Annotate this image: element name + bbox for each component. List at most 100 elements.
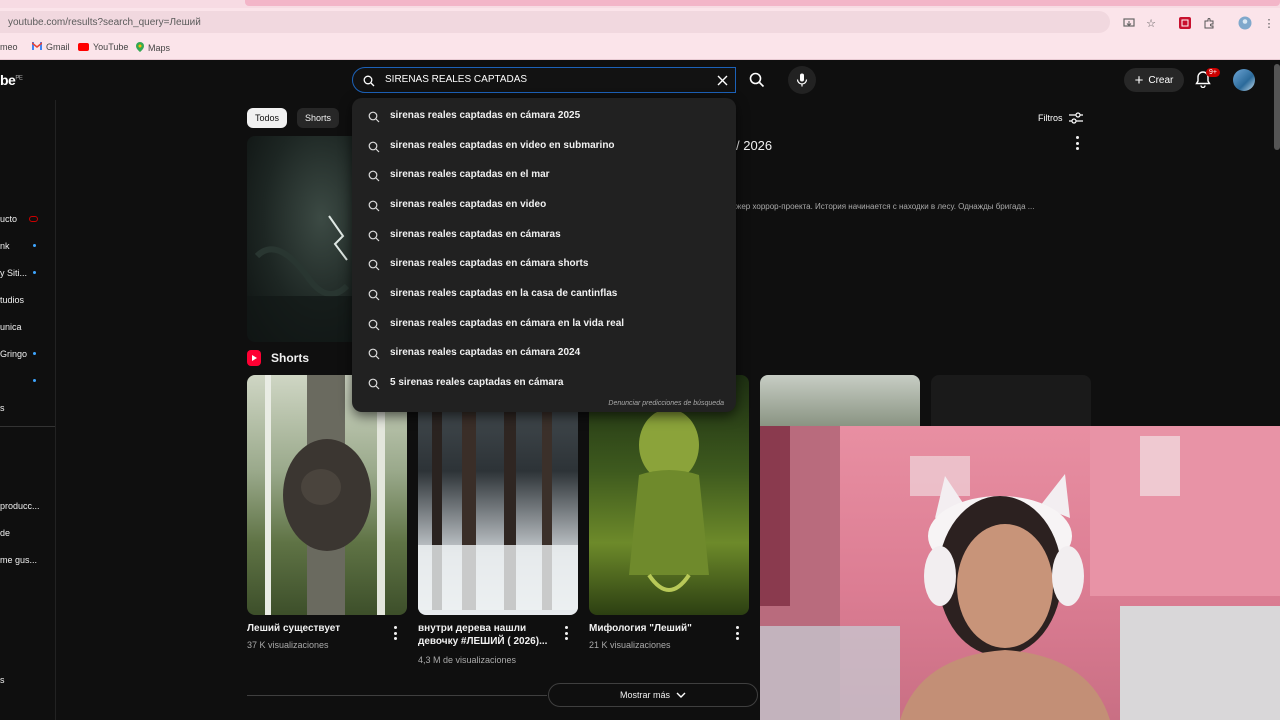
suggestion-item[interactable]: sirenas reales captadas en cámara 2024	[352, 339, 736, 367]
short-more-options-icon[interactable]	[390, 626, 400, 640]
suggestion-item[interactable]: sirenas reales captadas en video	[352, 191, 736, 219]
report-predictions-link[interactable]: Denunciar predicciones de búsqueda	[608, 400, 724, 407]
new-content-dot	[33, 352, 36, 355]
suggestion-text: sirenas reales captadas en cámara en la …	[390, 318, 625, 329]
sidebar-item[interactable]: nk	[0, 241, 10, 251]
bookmark-youtube[interactable]: YouTube	[78, 42, 128, 52]
youtube-header: bePE SIRENAS REALES CAPTADAS + Crear 9+	[0, 60, 1280, 100]
bookmark-gmail[interactable]: Gmail	[32, 42, 70, 52]
sidebar-item[interactable]: unica	[0, 322, 22, 332]
search-icon	[368, 288, 380, 301]
extension-icon[interactable]	[1178, 16, 1192, 30]
bookmark-star-icon[interactable]: ☆	[1144, 16, 1158, 30]
video-description: жер хоррор-проекта. История начинается с…	[736, 202, 1035, 211]
search-icon	[368, 110, 380, 123]
live-icon	[29, 216, 38, 222]
page-scrollbar[interactable]	[1274, 64, 1280, 150]
search-input[interactable]: SIRENAS REALES CAPTADAS	[352, 67, 736, 93]
search-query-text: SIRENAS REALES CAPTADAS	[385, 74, 528, 85]
suggestion-text: sirenas reales captadas en cámara 2024	[390, 347, 581, 358]
chevron-down-icon	[676, 692, 686, 698]
voice-search-button[interactable]	[788, 66, 816, 94]
suggestion-item[interactable]: sirenas reales captadas en video en subm…	[352, 132, 736, 160]
clear-search-button[interactable]	[713, 71, 731, 89]
browser-menu-icon[interactable]: ⋮	[1262, 16, 1276, 30]
short-title[interactable]: Леший существует	[247, 622, 387, 635]
logo-region: PE	[15, 75, 23, 82]
new-content-dot	[33, 244, 36, 247]
shorts-logo-icon	[247, 350, 261, 366]
suggestion-item[interactable]: sirenas reales captadas en cámara 2025	[352, 102, 736, 130]
browser-tab-strip	[0, 0, 1280, 8]
suggestion-item[interactable]: sirenas reales captadas en cámara en la …	[352, 310, 736, 338]
sidebar-item[interactable]: me gus...	[0, 555, 37, 565]
sidebar-item[interactable]: ucto	[0, 214, 17, 224]
webcam-feed	[760, 426, 1280, 720]
notification-count-badge: 9+	[1206, 68, 1220, 77]
short-views: 21 K visualizaciones	[589, 640, 671, 650]
thumbnail-art	[247, 215, 353, 342]
active-tab[interactable]	[245, 0, 1280, 6]
bookmark-item[interactable]: meo	[0, 42, 18, 52]
bookmark-label: Gmail	[46, 42, 70, 52]
new-content-dot	[33, 379, 36, 382]
address-bar-url: youtube.com/results?search_query=Леший	[8, 17, 201, 28]
sidebar-item[interactable]: Gringo	[0, 349, 27, 359]
suggestion-text: sirenas reales captadas en el mar	[390, 169, 550, 180]
address-bar[interactable]: youtube.com/results?search_query=Леший	[0, 11, 1110, 33]
short-more-options-icon[interactable]	[732, 626, 742, 640]
chip-all[interactable]: Todos	[247, 108, 288, 128]
sidebar-item[interactable]: producc...	[0, 501, 40, 511]
suggestion-item[interactable]: sirenas reales captadas en la casa de ca…	[352, 280, 736, 308]
install-app-icon[interactable]	[1122, 16, 1136, 30]
youtube-logo[interactable]: bePE	[0, 72, 23, 88]
plus-icon: +	[1134, 71, 1144, 89]
suggestion-text: sirenas reales captadas en cámara shorts	[390, 258, 589, 269]
suggestion-text: sirenas reales captadas en cámara 2025	[390, 110, 581, 121]
create-button[interactable]: + Crear	[1124, 68, 1184, 92]
search-suggestions-dropdown: sirenas reales captadas en cámara 2025 s…	[352, 98, 736, 412]
sidebar: ucto nk y Siti... tudios unica Gringo s …	[0, 100, 56, 720]
sidebar-item[interactable]: y Siti...	[0, 268, 27, 278]
account-avatar[interactable]	[1233, 69, 1255, 91]
sidebar-item[interactable]: tudios	[0, 295, 24, 305]
short-title[interactable]: Мифология "Леший"	[589, 622, 729, 635]
create-label: Crear	[1148, 74, 1174, 86]
suggestion-text: sirenas reales captadas en video en subm…	[390, 140, 615, 151]
sidebar-item[interactable]: de	[0, 528, 10, 538]
bookmark-label: Maps	[148, 43, 171, 53]
show-more-button[interactable]: Mostrar más	[548, 683, 758, 707]
search-button[interactable]	[740, 67, 774, 93]
browser-toolbar: youtube.com/results?search_query=Леший ☆…	[0, 8, 1280, 36]
shorts-heading: Shorts	[271, 351, 310, 365]
bookmark-label: meo	[0, 42, 18, 52]
short-more-options-icon[interactable]	[561, 626, 571, 640]
search-icon	[363, 74, 375, 87]
suggestion-item[interactable]: sirenas reales captadas en el mar	[352, 161, 736, 189]
section-divider	[247, 695, 547, 696]
suggestion-text: sirenas reales captadas en video	[390, 199, 547, 210]
bookmark-maps[interactable]: Maps	[136, 42, 170, 54]
screen: youtube.com/results?search_query=Леший ☆…	[0, 0, 1280, 720]
chip-shorts[interactable]: Shorts	[297, 108, 340, 128]
suggestion-item[interactable]: sirenas reales captadas en cámaras	[352, 221, 736, 249]
profile-icon[interactable]	[1238, 16, 1252, 30]
extensions-puzzle-icon[interactable]	[1202, 16, 1216, 30]
sidebar-divider	[0, 426, 55, 427]
suggestion-text: sirenas reales captadas en la casa de ca…	[390, 288, 618, 299]
filters-label: Filtros	[1038, 113, 1063, 123]
suggestion-item[interactable]: sirenas reales captadas en cámara shorts	[352, 250, 736, 278]
suggestion-text: sirenas reales captadas en cámaras	[390, 229, 561, 240]
microphone-icon	[796, 73, 808, 87]
sidebar-item[interactable]: s	[0, 675, 5, 685]
filters-button[interactable]: Filtros	[1038, 112, 1083, 124]
short-title[interactable]: внутри дерева нашли девочку #ЛЕШИЙ ( 202…	[418, 622, 558, 648]
sidebar-item[interactable]: s	[0, 403, 5, 413]
suggestion-item[interactable]: 5 sirenas reales captadas en cámara	[352, 369, 736, 397]
video-more-options-icon[interactable]	[1072, 136, 1082, 150]
video-title[interactable]: / 2026	[736, 138, 772, 153]
search-icon	[368, 377, 380, 390]
search-icon	[368, 258, 380, 271]
search-icon	[368, 169, 380, 182]
video-thumbnail[interactable]	[247, 136, 353, 342]
